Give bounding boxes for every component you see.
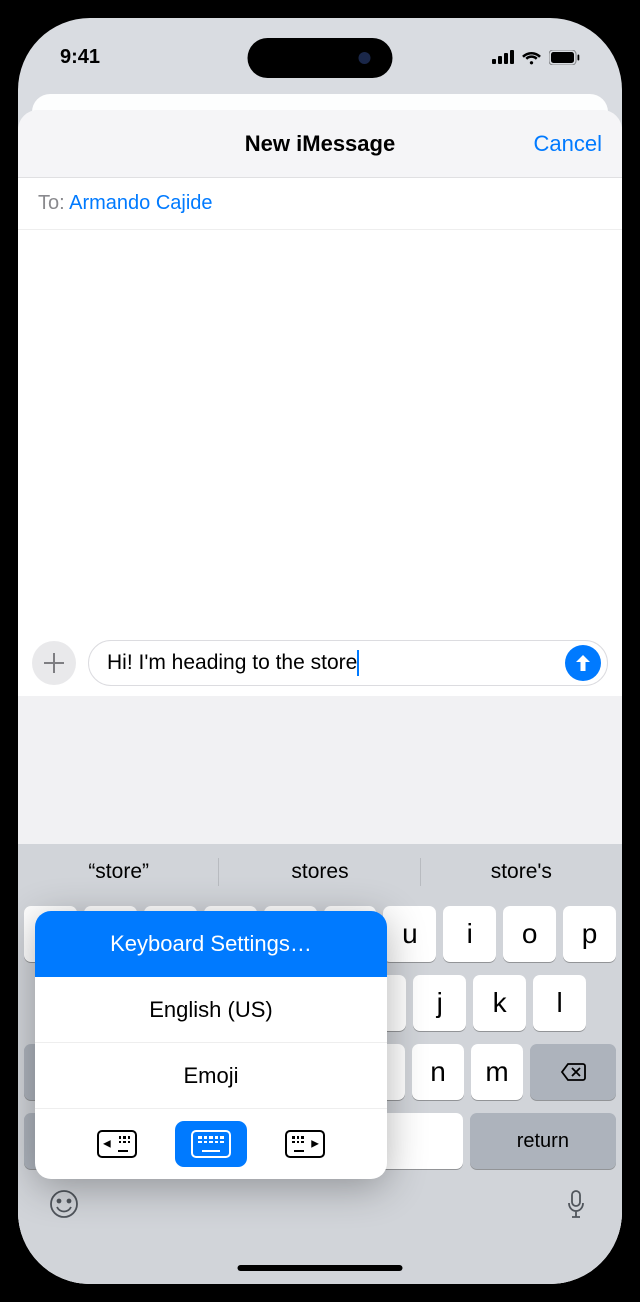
key-m[interactable]: m	[471, 1044, 523, 1100]
backspace-icon	[560, 1062, 587, 1082]
keyboard-layout-left-button[interactable]	[81, 1121, 153, 1167]
suggestion-2[interactable]: stores	[219, 844, 420, 900]
emoji-button[interactable]	[46, 1186, 82, 1222]
compose-bar: Hi! I'm heading to the store	[18, 630, 622, 696]
message-input[interactable]: Hi! I'm heading to the store	[88, 640, 608, 686]
battery-icon	[549, 50, 580, 65]
cancel-button[interactable]: Cancel	[534, 131, 602, 157]
status-icons	[492, 50, 580, 65]
keyboard-layout-full-button[interactable]	[175, 1121, 247, 1167]
send-button[interactable]	[565, 645, 601, 681]
key-n[interactable]: n	[412, 1044, 464, 1100]
keyboard-emoji-item[interactable]: Emoji	[35, 1043, 387, 1109]
suggestion-1[interactable]: “store”	[18, 844, 219, 900]
keyboard-onehanded-left-icon	[97, 1130, 137, 1158]
keyboard-switcher-menu: Keyboard Settings… English (US) Emoji	[35, 911, 387, 1179]
key-i[interactable]: i	[443, 906, 496, 962]
wifi-icon	[521, 50, 542, 65]
plus-icon	[44, 653, 64, 673]
dynamic-island	[248, 38, 393, 78]
message-body[interactable]	[18, 230, 622, 630]
emoji-icon	[48, 1188, 80, 1220]
to-recipient[interactable]: Armando Cajide	[69, 192, 212, 214]
add-attachment-button[interactable]	[32, 641, 76, 685]
key-o[interactable]: o	[503, 906, 556, 962]
keyboard-layout-row	[35, 1109, 387, 1179]
key-p[interactable]: p	[563, 906, 616, 962]
backspace-key[interactable]	[530, 1044, 616, 1100]
suggestion-3[interactable]: store's	[421, 844, 622, 900]
dictation-button[interactable]	[558, 1186, 594, 1222]
suggestions-bar: “store” stores store's	[18, 844, 622, 900]
text-cursor	[357, 650, 359, 676]
status-time: 9:41	[60, 46, 100, 69]
message-text: Hi! I'm heading to the store	[107, 651, 357, 675]
home-indicator[interactable]	[238, 1265, 403, 1271]
return-key[interactable]: return	[470, 1113, 616, 1169]
phone-frame: 9:41 New iMessage Cancel To: Armando Caj…	[0, 0, 640, 1302]
key-l[interactable]: l	[533, 975, 586, 1031]
keyboard-english-item[interactable]: English (US)	[35, 977, 387, 1043]
keyboard-layout-right-button[interactable]	[269, 1121, 341, 1167]
key-u[interactable]: u	[383, 906, 436, 962]
arrow-up-icon	[574, 653, 592, 673]
keyboard-settings-item[interactable]: Keyboard Settings…	[35, 911, 387, 977]
sheet-header: New iMessage Cancel	[18, 110, 622, 178]
cellular-icon	[492, 50, 514, 64]
phone-screen: 9:41 New iMessage Cancel To: Armando Caj…	[18, 18, 622, 1284]
key-j[interactable]: j	[413, 975, 466, 1031]
sheet-title: New iMessage	[245, 131, 395, 157]
keyboard-onehanded-right-icon	[285, 1130, 325, 1158]
to-field[interactable]: To: Armando Cajide	[18, 178, 622, 230]
microphone-icon	[566, 1189, 586, 1219]
keyboard-full-icon	[191, 1130, 231, 1158]
to-label: To:	[38, 192, 65, 214]
compose-sheet: New iMessage Cancel To: Armando Cajide H…	[18, 110, 622, 1284]
key-k[interactable]: k	[473, 975, 526, 1031]
